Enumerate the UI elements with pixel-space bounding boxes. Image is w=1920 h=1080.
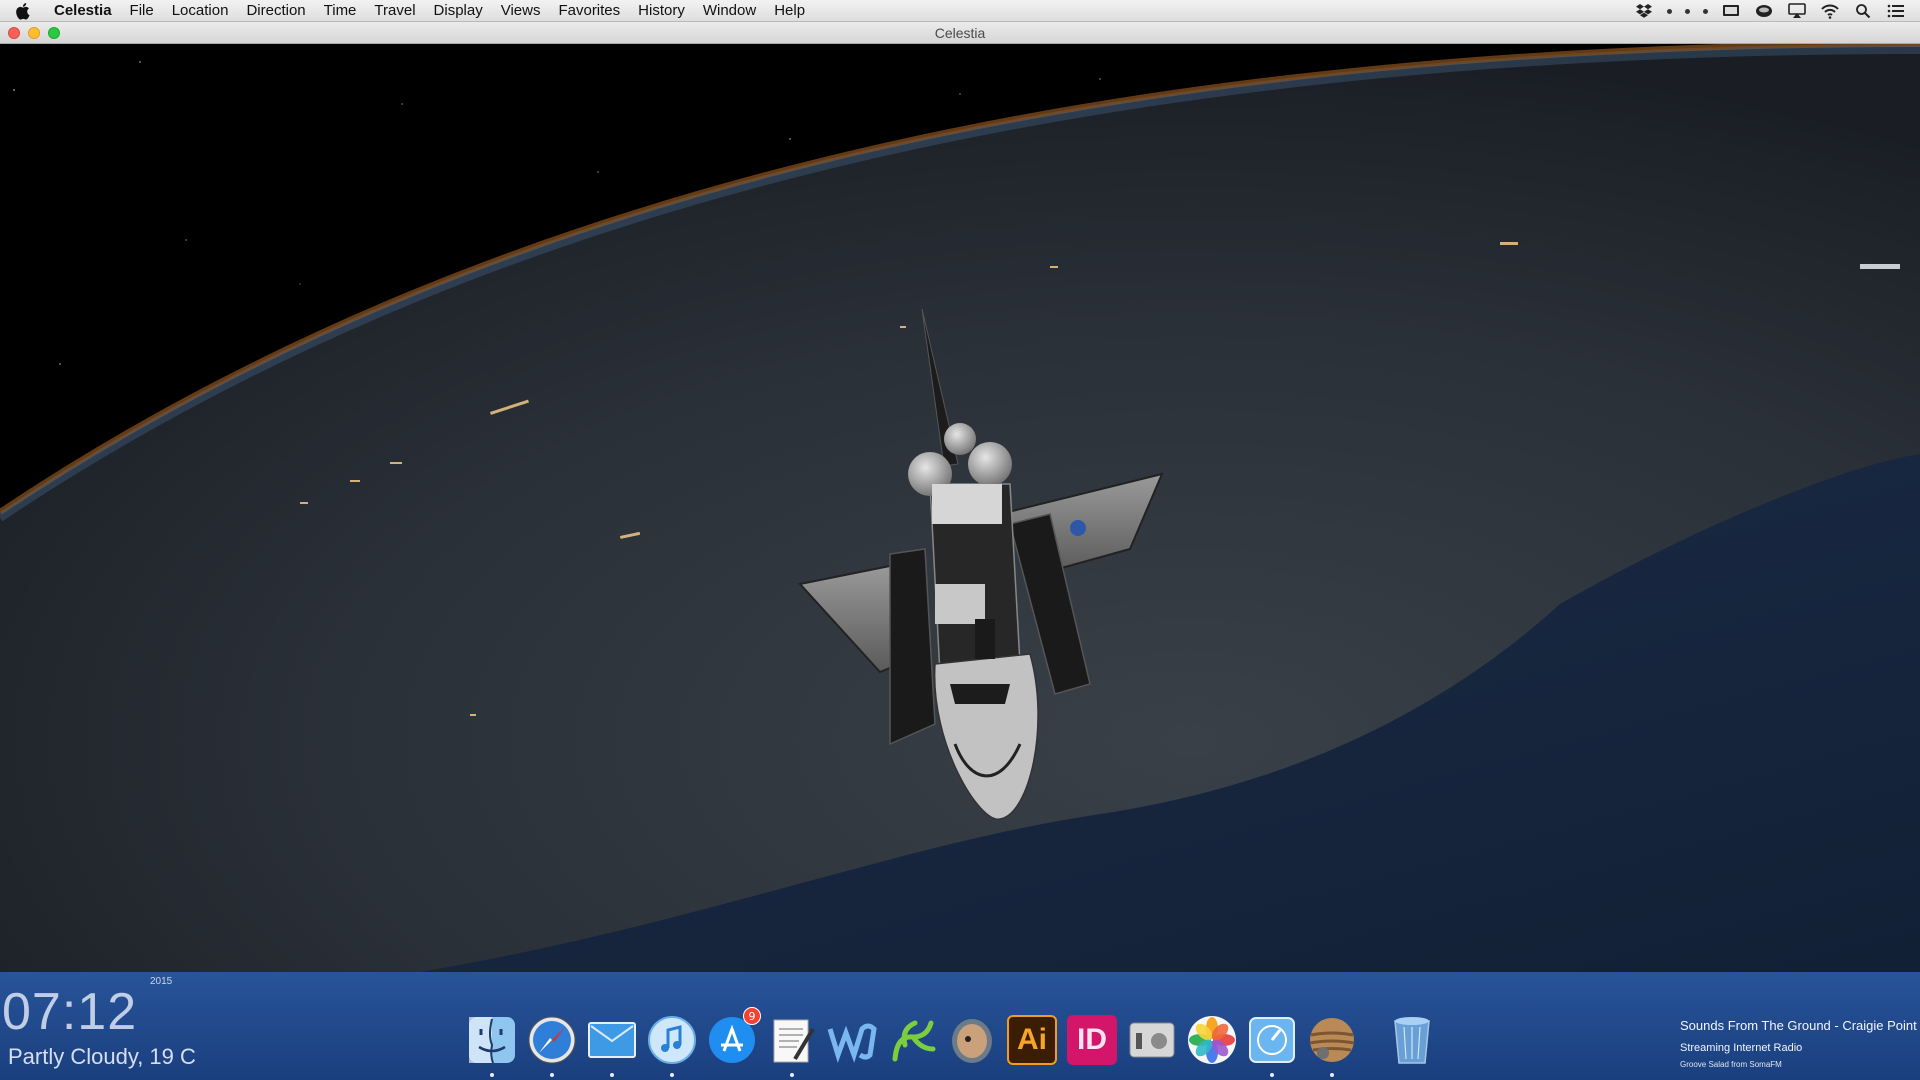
celestia-icon[interactable]	[1305, 1013, 1359, 1077]
now-playing-source: Groove Salad from SomaFM	[1680, 1060, 1782, 1069]
menu-bar: Celestia File Location Direction Time Tr…	[0, 0, 1920, 22]
menu-travel[interactable]: Travel	[374, 2, 415, 19]
itunes-icon[interactable]	[645, 1013, 699, 1077]
app-name-menu[interactable]: Celestia	[54, 2, 112, 19]
menu-window[interactable]: Window	[703, 2, 756, 19]
app-store-icon[interactable]: 9	[705, 1007, 761, 1067]
running-indicator	[1330, 1073, 1334, 1077]
safari-icon[interactable]	[525, 1013, 579, 1077]
now-playing-widget: Sounds From The Ground - Craigie Point S…	[1680, 1018, 1917, 1069]
indesign-label: ID	[1067, 1015, 1117, 1065]
notification-badge: 9	[743, 1007, 761, 1025]
preview-icon[interactable]	[945, 1013, 999, 1067]
dot-icon[interactable]	[1703, 8, 1708, 14]
status-area	[1634, 0, 1906, 22]
menu-help[interactable]: Help	[774, 2, 805, 19]
celestia-3d-viewport[interactable]	[0, 44, 1920, 972]
trash-icon[interactable]	[1385, 1013, 1439, 1067]
apple-logo-icon[interactable]	[16, 2, 38, 20]
illustrator-icon[interactable]: Ai	[1005, 1013, 1059, 1067]
textedit-icon[interactable]	[765, 1013, 819, 1077]
running-indicator	[550, 1073, 554, 1077]
running-indicator	[490, 1073, 494, 1077]
running-indicator	[1270, 1073, 1274, 1077]
helmet-icon[interactable]	[1754, 3, 1774, 19]
menu-time[interactable]: Time	[324, 2, 357, 19]
running-indicator	[610, 1073, 614, 1077]
app-leaf-icon[interactable]	[885, 1013, 939, 1067]
celestia-window: Celestia	[0, 22, 1920, 972]
menu-display[interactable]: Display	[434, 2, 483, 19]
display-icon[interactable]	[1721, 3, 1741, 19]
airplay-icon[interactable]	[1787, 3, 1807, 19]
finder-icon[interactable]	[465, 1013, 519, 1077]
menu-file[interactable]: File	[130, 2, 154, 19]
menu-direction[interactable]: Direction	[246, 2, 305, 19]
notification-center-icon[interactable]	[1886, 3, 1906, 19]
photos-icon[interactable]	[1185, 1013, 1239, 1067]
instruments-icon[interactable]	[1245, 1013, 1299, 1077]
menu-history[interactable]: History	[638, 2, 685, 19]
now-playing-title: Sounds From The Ground - Craigie Point	[1680, 1018, 1917, 1033]
dot-icon[interactable]	[1667, 8, 1672, 14]
menu-favorites[interactable]: Favorites	[558, 2, 620, 19]
window-titlebar[interactable]: Celestia	[0, 22, 1920, 44]
menu-location[interactable]: Location	[172, 2, 229, 19]
spotlight-search-icon[interactable]	[1853, 3, 1873, 19]
wifi-icon[interactable]	[1820, 3, 1840, 19]
window-title: Celestia	[934, 25, 986, 41]
dot-icon[interactable]	[1685, 8, 1690, 14]
dropbox-icon[interactable]	[1634, 3, 1654, 19]
weather-text: Partly Cloudy, 19 C	[8, 1044, 196, 1069]
menu-views[interactable]: Views	[501, 2, 541, 19]
running-indicator	[790, 1073, 794, 1077]
mail-icon[interactable]	[585, 1013, 639, 1077]
dock: 9 Ai ID	[455, 1007, 1465, 1080]
system-info-icon[interactable]	[1125, 1013, 1179, 1067]
indesign-icon[interactable]: ID	[1065, 1013, 1119, 1067]
running-indicator	[670, 1073, 674, 1077]
illustrator-label: Ai	[1007, 1015, 1057, 1065]
clock-year: 2015	[150, 976, 173, 987]
now-playing-subtitle: Streaming Internet Radio	[1680, 1042, 1803, 1054]
word-icon[interactable]	[825, 1013, 879, 1067]
clock-time: 07:12	[2, 983, 138, 1041]
